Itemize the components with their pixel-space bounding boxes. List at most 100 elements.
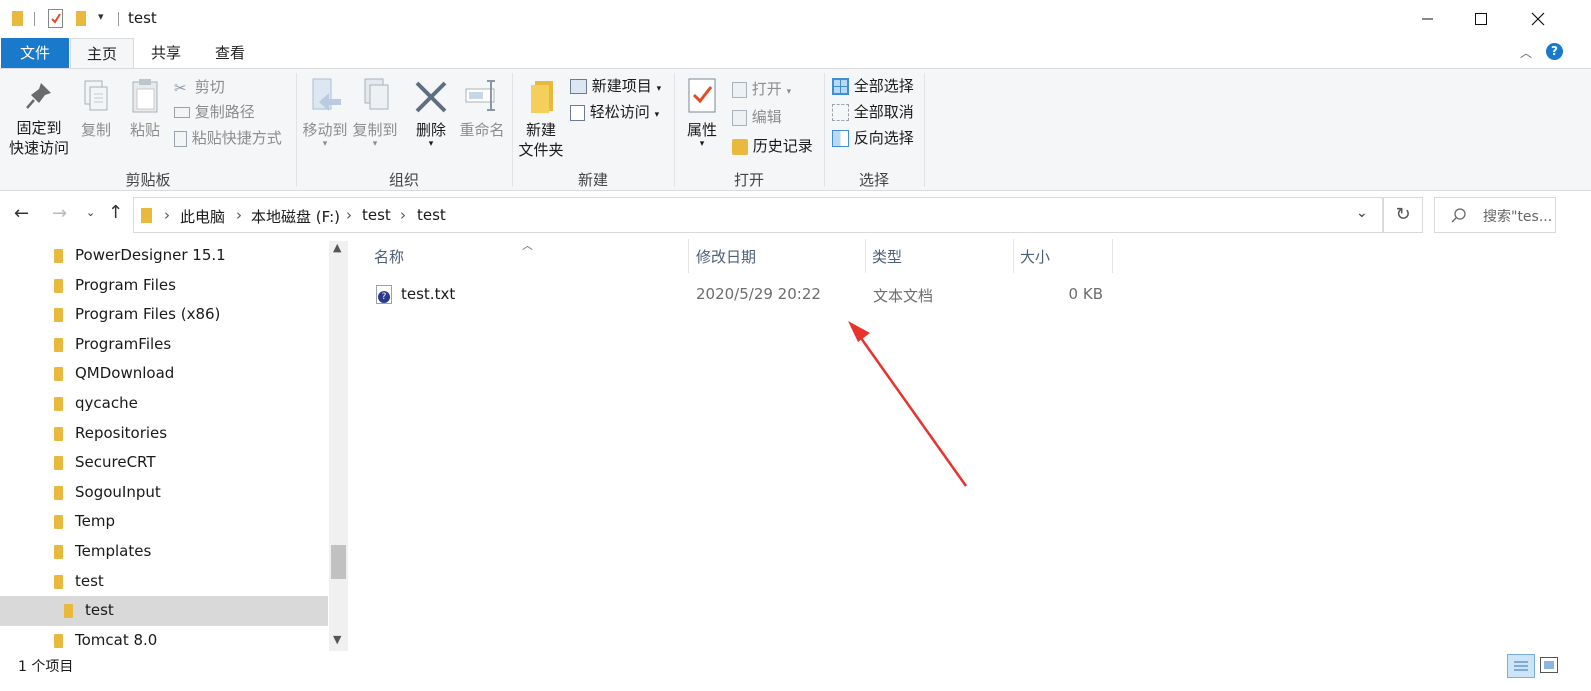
properties-qat-icon[interactable] [48, 9, 63, 28]
nav-item[interactable]: QMDownload [0, 359, 328, 389]
window-title: test [128, 9, 157, 27]
folder-icon [141, 208, 152, 223]
easy-access-button[interactable]: 轻松访问 ▾ [570, 102, 659, 125]
column-header-name[interactable]: 名称 [374, 245, 684, 275]
delete-icon [415, 81, 447, 113]
tab-home[interactable]: 主页 [70, 38, 134, 69]
rename-icon [465, 80, 495, 111]
folder-icon [64, 604, 73, 619]
nav-item-label: QMDownload [75, 364, 175, 383]
rename-button[interactable]: 重命名 [456, 77, 508, 140]
scroll-thumb[interactable] [331, 545, 346, 579]
column-separator [1013, 239, 1014, 273]
cut-button[interactable]: ✂ 剪切 [174, 77, 225, 98]
nav-item[interactable]: Repositories [0, 419, 328, 449]
nav-scrollbar[interactable]: ▲ ▼ [329, 241, 348, 651]
new-folder-label-2: 文件夹 [518, 141, 564, 159]
nav-item[interactable]: Tomcat 8.0 [0, 626, 328, 651]
pin-quick-access-button[interactable]: 固定到 快速访问 [6, 79, 72, 158]
copy-path-label: 复制路径 [194, 103, 255, 121]
history-button[interactable]: 历史记录 [732, 136, 813, 156]
rename-label: 重命名 [459, 121, 505, 139]
large-icons-view-button[interactable] [1540, 657, 1558, 673]
copy-button[interactable]: 复制 [76, 79, 116, 140]
address-bar[interactable]: › 此电脑 › 本地磁盘 (F:) › test › test ⌄ [133, 197, 1383, 233]
new-item-button[interactable]: 新建项目 ▾ [570, 76, 661, 99]
edit-button[interactable]: 编辑 [732, 107, 782, 127]
open-button[interactable]: 打开 ▾ [732, 79, 791, 102]
nav-item-label: ProgramFiles [75, 334, 172, 353]
breadcrumb-drive[interactable]: 本地磁盘 (F:) [251, 206, 340, 227]
nav-item[interactable]: Program Files [0, 271, 328, 301]
customize-qat-icon[interactable]: ▾ [98, 10, 104, 23]
paste-button[interactable]: 粘贴 [124, 77, 166, 140]
copy-to-button[interactable]: 复制到 ▾ [350, 77, 400, 149]
invert-selection-button[interactable]: 反向选择 [832, 128, 914, 148]
nav-item[interactable]: SecureCRT [0, 448, 328, 478]
move-to-button[interactable]: 移动到 ▾ [300, 77, 350, 149]
help-icon[interactable]: ? [1546, 43, 1563, 60]
new-folder-button[interactable]: 新建 文件夹 [516, 77, 566, 160]
open-icon [732, 81, 747, 98]
select-all-label: 全部选择 [853, 77, 914, 95]
nav-item[interactable]: Temp [0, 507, 328, 537]
details-view-button[interactable] [1507, 654, 1535, 678]
column-header-size[interactable]: 大小 [1020, 245, 1110, 275]
scroll-down-icon[interactable]: ▼ [333, 633, 341, 646]
breadcrumb-test[interactable]: test [362, 206, 391, 224]
nav-item[interactable]: ProgramFiles [0, 330, 328, 360]
tab-share[interactable]: 共享 [136, 38, 196, 68]
folder-icon [54, 397, 63, 411]
ribbon: 固定到 快速访问 复制 粘贴 ✂ 剪切 复制路径 粘贴快捷方式 剪贴板 移动到 … [0, 68, 1591, 191]
refresh-button[interactable]: ↻ [1383, 197, 1423, 233]
forward-button[interactable]: → [52, 203, 67, 224]
nav-item[interactable]: qycache [0, 389, 328, 419]
nav-item[interactable]: Program Files (x86) [0, 300, 328, 330]
breadcrumb-this-pc[interactable]: 此电脑 [180, 206, 225, 227]
minimize-button[interactable] [1404, 0, 1450, 38]
copy-path-button[interactable]: 复制路径 [174, 102, 255, 122]
nav-item-label: Program Files [75, 275, 176, 294]
select-none-icon [832, 104, 849, 121]
tab-view[interactable]: 查看 [200, 38, 260, 68]
collapse-ribbon-icon[interactable]: ︿ [1520, 44, 1532, 61]
column-header-type[interactable]: 类型 [872, 245, 1012, 275]
scroll-up-icon[interactable]: ▲ [333, 241, 341, 254]
table-row[interactable]: ? test.txt 2020/5/29 20:22 文本文档 0 KB [370, 281, 1112, 309]
nav-item[interactable]: PowerDesigner 15.1 [0, 241, 328, 271]
back-button[interactable]: ← [14, 203, 29, 224]
search-box[interactable]: 搜索"tes... [1434, 197, 1556, 233]
delete-label: 删除 [415, 121, 446, 139]
column-header-modified[interactable]: 修改日期 [696, 245, 866, 275]
breadcrumb-test-sub[interactable]: test [417, 206, 446, 224]
nav-item[interactable]: test [0, 567, 328, 597]
history-label: 历史记录 [752, 137, 813, 155]
recent-locations-chevron-icon[interactable]: ⌄ [86, 206, 95, 219]
up-button[interactable]: ↑ [108, 202, 123, 223]
select-all-button[interactable]: 全部选择 [832, 76, 914, 96]
new-folder-qat-icon[interactable] [76, 11, 86, 26]
paste-shortcut-button[interactable]: 粘贴快捷方式 [174, 128, 282, 148]
folder-icon [54, 456, 63, 471]
paste-label: 粘贴 [129, 121, 160, 139]
nav-item[interactable]: Templates [0, 537, 328, 567]
delete-button[interactable]: 删除 ▾ [408, 77, 454, 149]
folder-icon [531, 81, 553, 113]
nav-item-selected[interactable]: test [0, 596, 328, 626]
tab-file[interactable]: 文件 [1, 38, 69, 68]
close-button[interactable] [1515, 0, 1561, 38]
file-name: test.txt [401, 285, 456, 303]
move-to-label: 移动到 [302, 121, 348, 139]
file-modified: 2020/5/29 20:22 [696, 285, 821, 303]
maximize-button[interactable] [1458, 0, 1504, 38]
nav-item-label: Program Files (x86) [75, 305, 221, 324]
new-item-label: 新建项目 [591, 77, 652, 95]
file-list: ︿ 名称 修改日期 类型 大小 ? test.txt 2020/5/29 20:… [350, 239, 1591, 651]
folder-icon [12, 11, 23, 26]
folder-icon [54, 515, 63, 530]
scissors-icon: ✂ [174, 78, 187, 97]
address-dropdown-chevron-icon[interactable]: ⌄ [1356, 205, 1368, 221]
properties-button[interactable]: 属性 ▾ [680, 77, 724, 149]
nav-item[interactable]: SogouInput [0, 478, 328, 508]
select-none-button[interactable]: 全部取消 [832, 102, 914, 122]
